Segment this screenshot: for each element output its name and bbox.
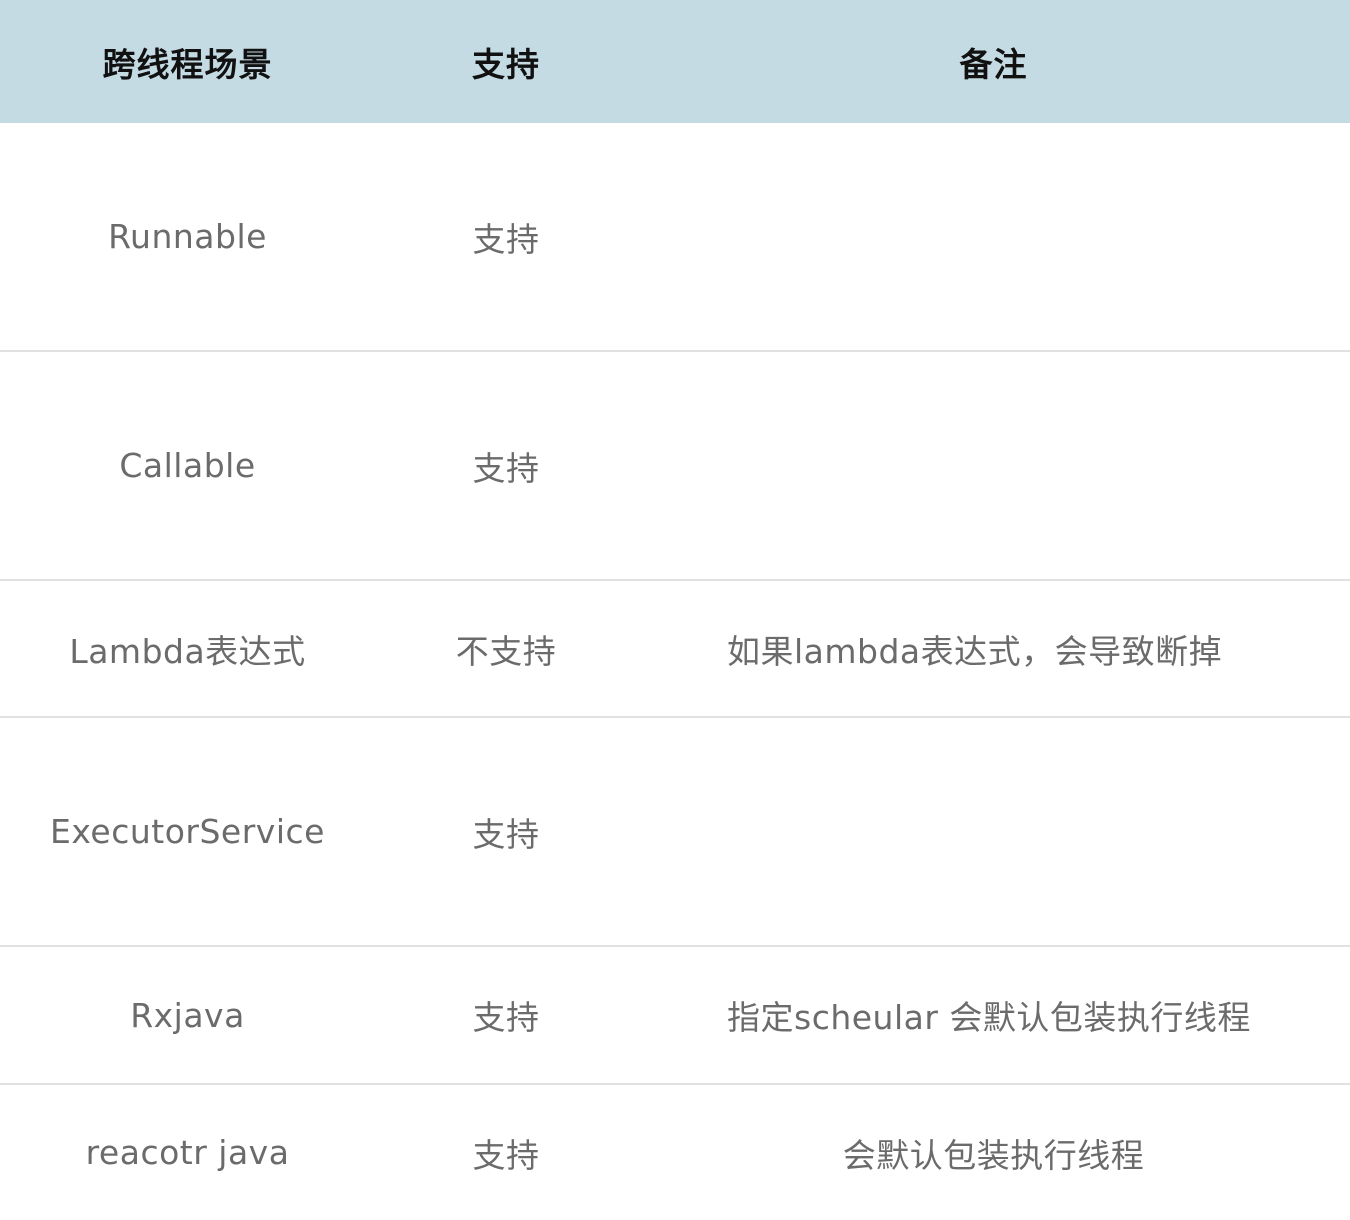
row-support: 支持 — [472, 448, 540, 488]
table-header: 跨线程场景 支持 备注 — [0, 0, 1350, 123]
support-table: 跨线程场景 支持 备注 Runnable 支持 Callable 支持 Lamb… — [0, 0, 1350, 1220]
table-row: Lambda表达式 不支持 如果lambda表达式，会导致断掉 — [0, 581, 1350, 718]
row-scene: Lambda表达式 — [69, 631, 306, 671]
row-scene: ExecutorService — [50, 812, 325, 851]
row-note: 指定scheular 会默认包装执行线程 — [727, 998, 1251, 1037]
row-support: 支持 — [472, 998, 540, 1037]
row-scene: Rxjava — [130, 995, 245, 1035]
row-note — [637, 352, 1350, 579]
table-row: Runnable 支持 — [0, 123, 1350, 352]
table-row: ExecutorService 支持 — [0, 718, 1350, 947]
row-scene: Callable — [119, 446, 256, 485]
table-row: Rxjava 支持 指定scheular 会默认包装执行线程 — [0, 947, 1350, 1085]
header-support: 支持 — [472, 44, 540, 84]
row-note: 如果lambda表达式，会导致断掉 — [727, 631, 1223, 671]
table-row: Callable 支持 — [0, 352, 1350, 581]
header-scene: 跨线程场景 — [102, 44, 273, 84]
row-note: 会默认包装执行线程 — [842, 1135, 1145, 1175]
row-support: 支持 — [472, 1135, 540, 1175]
row-scene: Runnable — [108, 217, 267, 256]
row-note — [637, 718, 1350, 945]
row-support: 支持 — [472, 814, 540, 854]
header-note: 备注 — [959, 44, 1028, 84]
row-support: 支持 — [472, 219, 540, 259]
table-row: reacotr java 支持 会默认包装执行线程 — [0, 1085, 1350, 1220]
row-support: 不支持 — [455, 631, 557, 671]
row-scene: reacotr java — [85, 1133, 290, 1172]
row-note — [637, 123, 1350, 350]
